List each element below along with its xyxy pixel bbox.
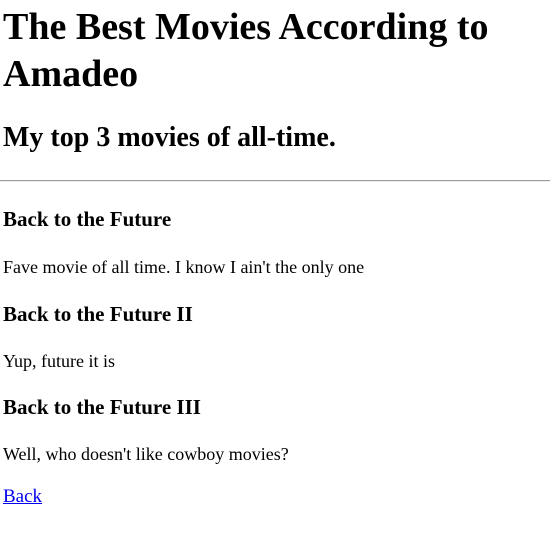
movie-description: Fave movie of all time. I know I ain't t… [3,257,365,277]
movie-title: Back to the Future II [3,302,193,326]
movie-item: Back to the Future III Well, who doesn't… [3,372,551,465]
movie-description: Yup, future it is [3,351,115,371]
movie-title: Back to the Future [3,207,172,231]
movie-title: Back to the Future III [3,395,201,419]
back-link[interactable]: Back [3,485,42,509]
movie-description: Well, who doesn't like cowboy movies? [3,444,289,464]
page-content: The Best Movies According to Amadeo My t… [0,0,551,509]
movie-item: Back to the Future Fave movie of all tim… [3,182,551,278]
movie-item: Back to the Future II Yup, future it is [3,278,551,372]
page-subtitle: My top 3 movies of all-time. [3,122,336,153]
page-title: The Best Movies According to Amadeo [3,6,489,95]
